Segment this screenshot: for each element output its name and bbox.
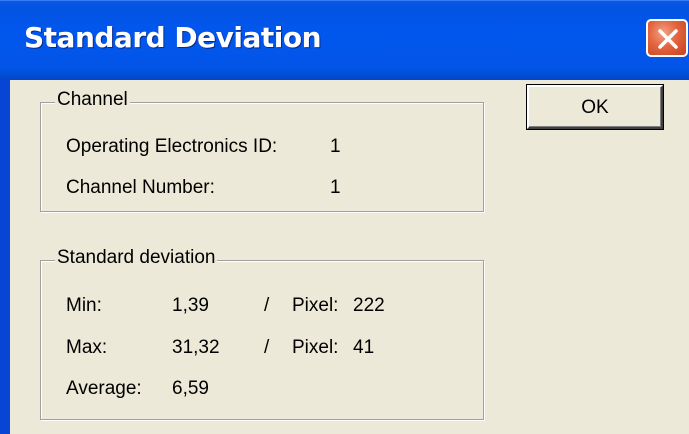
- min-pixel-value: 222: [353, 295, 385, 316]
- operating-electronics-id-label: Operating Electronics ID:: [66, 136, 278, 157]
- ok-button-label: OK: [581, 97, 609, 118]
- standard-deviation-groupbox: Standard deviation Min: 1,39 / Pixel: 22…: [40, 247, 484, 420]
- min-separator: /: [264, 295, 270, 316]
- average-label: Average:: [66, 378, 142, 399]
- standard-deviation-legend: Standard deviation: [55, 247, 218, 269]
- max-pixel-value: 41: [353, 337, 375, 358]
- max-pixel-label: Pixel:: [292, 337, 339, 358]
- window-frame-left: [0, 80, 10, 434]
- ok-button[interactable]: OK: [526, 84, 664, 130]
- dialog-body: Channel Operating Electronics ID: 1 Chan…: [10, 80, 689, 434]
- channel-number-value: 1: [330, 177, 341, 198]
- close-icon: [658, 29, 678, 49]
- min-pixel-label: Pixel:: [292, 295, 339, 316]
- max-label: Max:: [66, 337, 108, 358]
- average-value: 6,59: [172, 378, 209, 399]
- dialog-window: Standard Deviation Channel Operating Ele…: [0, 0, 689, 434]
- max-value: 31,32: [172, 337, 220, 358]
- window-title: Standard Deviation: [24, 21, 322, 54]
- channel-legend: Channel: [55, 89, 130, 111]
- min-value: 1,39: [172, 295, 209, 316]
- close-button[interactable]: [646, 19, 688, 57]
- channel-number-label: Channel Number:: [66, 177, 215, 198]
- operating-electronics-id-value: 1: [330, 136, 341, 157]
- channel-groupbox: Channel Operating Electronics ID: 1 Chan…: [40, 89, 484, 212]
- min-label: Min:: [66, 295, 102, 316]
- title-bar[interactable]: Standard Deviation: [0, 0, 689, 80]
- max-separator: /: [264, 337, 270, 358]
